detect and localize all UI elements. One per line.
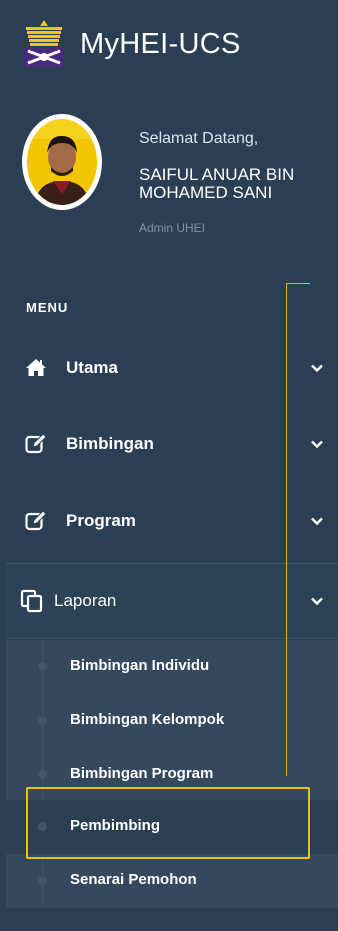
avatar: [22, 114, 102, 210]
user-role: Admin UHEI: [139, 221, 206, 235]
menu-heading: MENU: [26, 300, 69, 315]
nav-label-program: Program: [66, 511, 136, 530]
edit-icon: [25, 433, 47, 454]
nav-item-bimbingan[interactable]: Bimbingan: [6, 407, 338, 481]
submenu-label: Bimbingan Program: [70, 765, 214, 782]
nav-label-laporan: Laporan: [54, 591, 117, 610]
submenu-label: Senarai Pemohon: [70, 871, 197, 888]
chevron-down-icon[interactable]: [310, 437, 324, 451]
brand[interactable]: MyHEI-UCS: [18, 16, 241, 72]
nav-item-utama[interactable]: Utama: [6, 331, 338, 405]
chevron-down-icon[interactable]: [310, 594, 324, 608]
highlight-box: [26, 787, 310, 859]
chevron-down-icon[interactable]: [310, 361, 324, 375]
submenu-item-bimbingan-individu[interactable]: Bimbingan Individu: [6, 640, 338, 694]
greeting-text: Selamat Datang,: [139, 130, 259, 147]
annotation-line: [286, 283, 287, 776]
submenu-label: Bimbingan Individu: [70, 657, 210, 674]
submenu-laporan: Bimbingan Individu Bimbingan Kelompok Bi…: [6, 640, 338, 908]
app-title: MyHEI-UCS: [80, 27, 241, 60]
home-icon: [26, 359, 46, 376]
nav-item-program[interactable]: Program: [6, 484, 338, 558]
user-name: SAIFUL ANUAR BIN MOHAMED SANI: [139, 165, 295, 202]
copy-icon: [20, 589, 43, 613]
edit-icon: [25, 510, 47, 531]
chevron-down-icon[interactable]: [310, 514, 324, 528]
nav-item-laporan[interactable]: Laporan: [6, 563, 338, 639]
submenu-item-senarai-pemohon[interactable]: Senarai Pemohon: [6, 854, 338, 908]
university-logo: [24, 20, 64, 67]
submenu-item-bimbingan-kelompok[interactable]: Bimbingan Kelompok: [6, 694, 338, 748]
nav-label-bimbingan: Bimbingan: [66, 434, 154, 453]
bullet-dot: [38, 770, 47, 779]
nav-label-utama: Utama: [66, 358, 118, 377]
annotation-tick: [286, 283, 310, 284]
sidebar-footer: [6, 908, 338, 931]
bullet-dot: [38, 662, 47, 671]
bullet-dot: [38, 716, 47, 725]
submenu-label: Bimbingan Kelompok: [70, 711, 225, 728]
bullet-dot: [38, 876, 47, 885]
